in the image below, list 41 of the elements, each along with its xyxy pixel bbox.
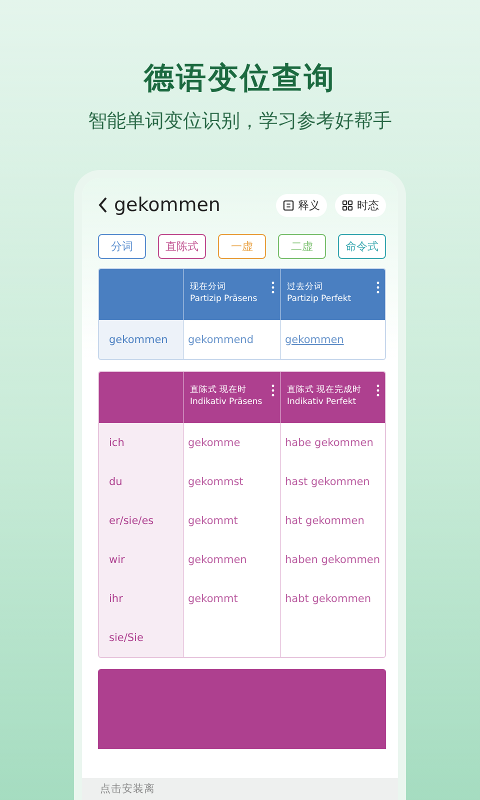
list-icon: [283, 200, 294, 210]
table-cell: hat gekommen: [285, 514, 364, 526]
headline: 德语变位查询: [144, 60, 336, 98]
more-icon[interactable]: [376, 281, 380, 294]
row-label: er/sie/es: [109, 514, 154, 526]
table-cell: gekommst: [188, 476, 244, 488]
action-button[interactable]: 时态: [335, 194, 386, 216]
form-link[interactable]: gekommen: [285, 334, 344, 346]
row-label: sie/Sie: [109, 632, 144, 644]
row-label: ich: [109, 436, 124, 448]
column-header: 直陈式 现在时 Indikativ Präsens: [190, 384, 264, 408]
row-label: ihr: [109, 592, 123, 604]
table-cell: haben gekommen: [285, 554, 380, 566]
install-hint: 点击安装离: [82, 778, 398, 800]
mood-tab[interactable]: 直陈式: [158, 234, 206, 259]
mood-tab[interactable]: 分词: [98, 234, 146, 259]
more-icon[interactable]: [271, 384, 275, 397]
table-cell: hast gekommen: [285, 476, 370, 488]
column-header: 直陈式 现在完成时 Indikativ Perfekt: [287, 384, 363, 408]
mood-tab[interactable]: 二虚: [278, 234, 326, 259]
row-label: du: [109, 476, 122, 488]
table-cell: habe gekommen: [285, 436, 374, 448]
more-icon[interactable]: [376, 384, 380, 397]
mood-tab[interactable]: 命令式: [338, 234, 386, 259]
action-button[interactable]: 释义: [276, 194, 327, 216]
table-cell: gekommend: [188, 334, 254, 346]
column-header: 现在分词 Partizip Präsens: [190, 281, 258, 305]
table-cell: habt gekommen: [285, 592, 372, 604]
more-icon[interactable]: [271, 281, 275, 294]
row-label: wir: [109, 554, 125, 566]
table-cell: gekomme: [188, 436, 240, 448]
table-cell: gekommt: [188, 514, 238, 526]
subheadline: 智能单词变位识别，学习参考好帮手: [88, 109, 392, 134]
back-icon[interactable]: [98, 197, 108, 213]
table-cell: gekommt: [188, 592, 238, 604]
grid-icon: [342, 200, 353, 210]
row-label: gekommen: [109, 334, 168, 346]
word-title: gekommen: [114, 194, 222, 216]
mood-tab[interactable]: 一虚: [218, 234, 266, 259]
table-cell: gekommen: [188, 554, 247, 566]
column-header: 过去分词 Partizip Perfekt: [287, 281, 352, 305]
